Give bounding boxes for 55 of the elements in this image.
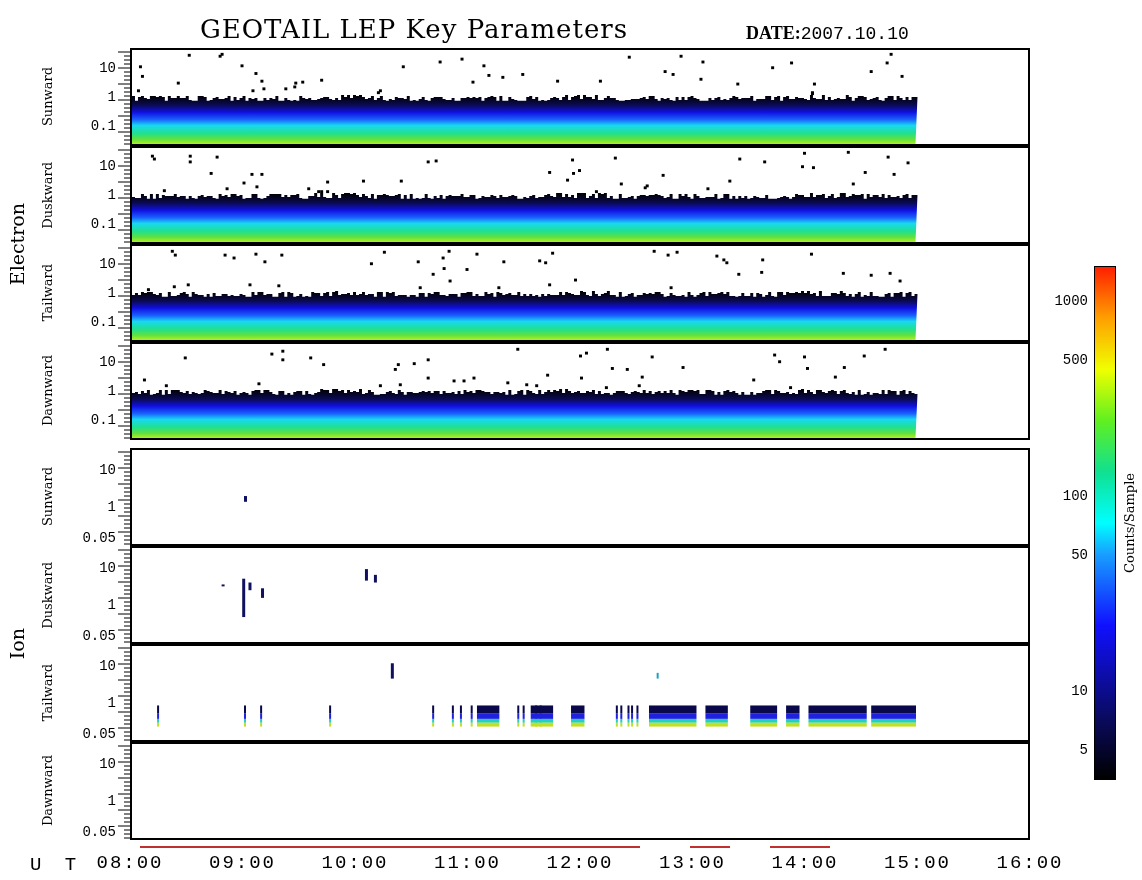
y-tick-label: 1 xyxy=(107,792,116,809)
y-tick-label: 10 xyxy=(99,353,116,370)
y-tick-label: 10 xyxy=(99,559,116,576)
y-tick-label: 1 xyxy=(107,187,116,203)
y-tick-label: 1 xyxy=(107,383,116,399)
direction-label: Duskward xyxy=(39,161,55,229)
colorbar-tick-label: 10 xyxy=(1071,683,1088,700)
time-tick-label: 10:00 xyxy=(321,852,389,874)
time-tick-label: 09:00 xyxy=(209,852,276,874)
time-tick-label: 16:00 xyxy=(996,852,1064,874)
y-tick-label: 1 xyxy=(107,285,116,301)
time-tick-label: 14:00 xyxy=(771,852,839,874)
y-tick-label: 1 xyxy=(107,89,116,105)
colorbar-tick-label: 500 xyxy=(1062,351,1088,368)
direction-label: Sunward xyxy=(39,67,55,127)
time-tick-label: 15:00 xyxy=(884,852,951,874)
y-tick-label: 0.1 xyxy=(90,314,116,331)
ion-count-drawing xyxy=(244,496,247,502)
colorbar-tick-label: 5 xyxy=(1079,741,1088,758)
y-tick-label: 0.1 xyxy=(90,118,116,135)
direction-label: Duskward xyxy=(39,561,55,629)
direction-label: Tailward xyxy=(39,264,55,322)
y-tick-label: 1 xyxy=(107,694,116,711)
colorbar-label: Counts/Sample xyxy=(1121,473,1137,573)
y-tick-label: 0.1 xyxy=(90,216,116,233)
time-tick-label: 08:00 xyxy=(96,852,164,874)
y-tick-label: 10 xyxy=(99,755,116,772)
direction-label: Dawnward xyxy=(39,755,55,827)
y-tick-label: 1 xyxy=(107,596,116,613)
y-tick-label: 10 xyxy=(99,461,116,478)
direction-label: Dawnward xyxy=(39,355,55,427)
y-tick-label: 10 xyxy=(99,59,116,76)
direction-label: Tailward xyxy=(39,664,55,722)
chart-title: GEOTAIL LEP Key Parameters xyxy=(200,14,629,46)
y-tick-label: 0.05 xyxy=(82,628,116,645)
time-tick-label: 13:00 xyxy=(659,852,726,874)
y-tick-label: 0.05 xyxy=(82,726,116,743)
colorbar-tick-label: 50 xyxy=(1071,546,1088,563)
direction-label: Sunward xyxy=(39,467,55,527)
time-axis-label: U T xyxy=(29,853,84,878)
y-tick-label: 0.05 xyxy=(82,530,116,547)
y-tick-label: 10 xyxy=(99,157,116,174)
time-tick-label: 12:00 xyxy=(546,852,614,874)
date-label: DATE: xyxy=(746,23,801,43)
y-tick-label: 0.1 xyxy=(90,412,116,429)
y-tick-label: 1 xyxy=(107,498,116,515)
y-tick-label: 0.05 xyxy=(82,824,116,841)
colorbar-tick-label: 100 xyxy=(1062,488,1088,505)
species-label: Electron xyxy=(6,202,28,286)
date-value: 2007.10.10 xyxy=(800,24,909,44)
time-tick-label: 11:00 xyxy=(434,852,501,874)
y-tick-label: 10 xyxy=(99,255,116,272)
y-tick-label: 10 xyxy=(99,657,116,674)
colorbar-tick-label: 1000 xyxy=(1054,293,1088,310)
species-label: Ion xyxy=(6,628,28,660)
